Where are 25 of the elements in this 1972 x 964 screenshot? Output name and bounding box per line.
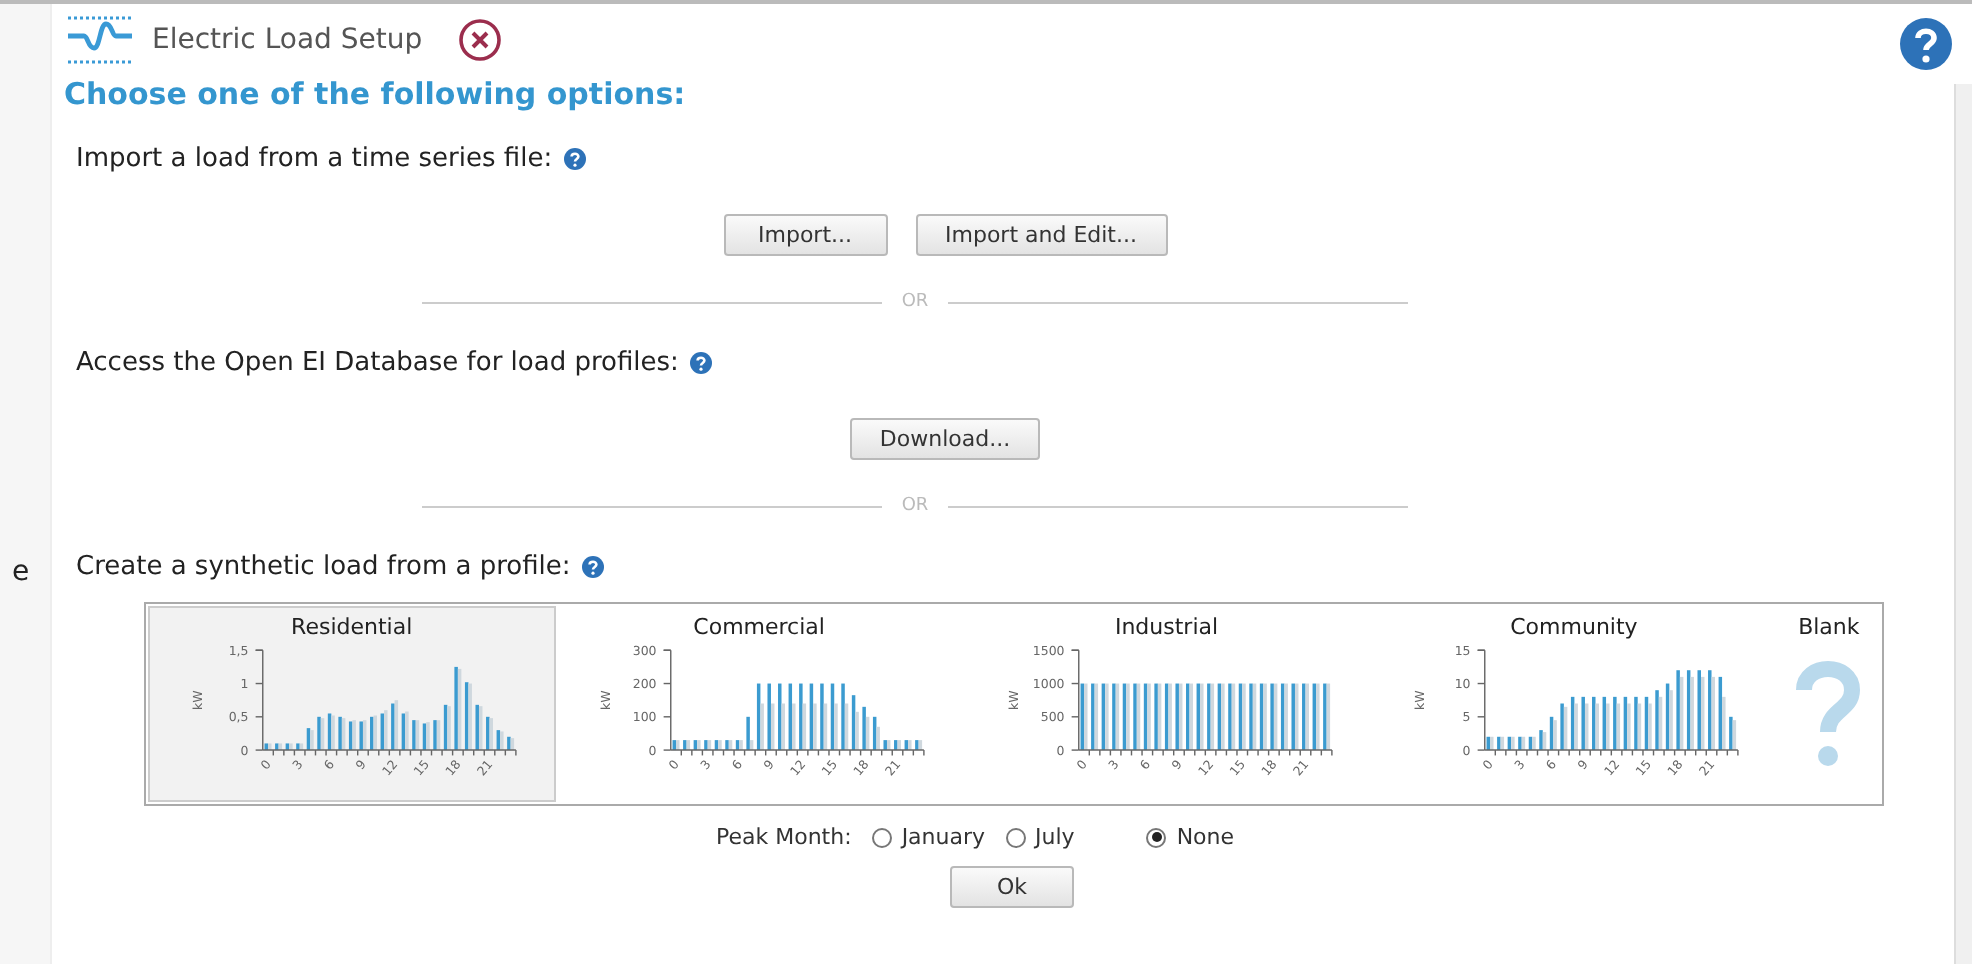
heading: Choose one of the following options: bbox=[64, 76, 688, 112]
profile-title: Residential bbox=[291, 614, 413, 640]
action-button[interactable]: Import... bbox=[723, 214, 887, 256]
action-button[interactable]: Download... bbox=[849, 418, 1041, 460]
section-label: Import a load from a time series file: bbox=[76, 144, 553, 174]
profile-title: Blank bbox=[1798, 614, 1860, 640]
panel-text: e bbox=[12, 556, 30, 588]
peak-month-label: Peak Month: bbox=[716, 824, 852, 850]
profile-title: Industrial bbox=[1114, 614, 1219, 640]
action-button[interactable]: Import and Edit... bbox=[915, 214, 1167, 256]
radio-option[interactable]: None bbox=[1146, 824, 1235, 850]
separator-label: OR bbox=[901, 292, 929, 312]
profile-title: Community bbox=[1510, 614, 1638, 640]
ok-button[interactable]: Ok bbox=[950, 866, 1074, 908]
section-label: Access the Open EI Database for load profiles: bbox=[76, 348, 679, 378]
window-title: Electric Load Setup bbox=[152, 24, 423, 56]
profile-title: Commercial bbox=[693, 614, 825, 640]
radio-option[interactable]: January bbox=[871, 824, 986, 850]
separator-label: OR bbox=[901, 496, 929, 516]
section-label: Create a synthetic load from a profile: bbox=[76, 552, 571, 582]
radio-option[interactable]: July bbox=[1005, 824, 1075, 850]
radio-label: July bbox=[1035, 824, 1075, 850]
radio-label: January bbox=[901, 824, 986, 850]
profile-option[interactable]: Blank bbox=[1777, 606, 1881, 802]
radio-label: None bbox=[1176, 824, 1235, 850]
